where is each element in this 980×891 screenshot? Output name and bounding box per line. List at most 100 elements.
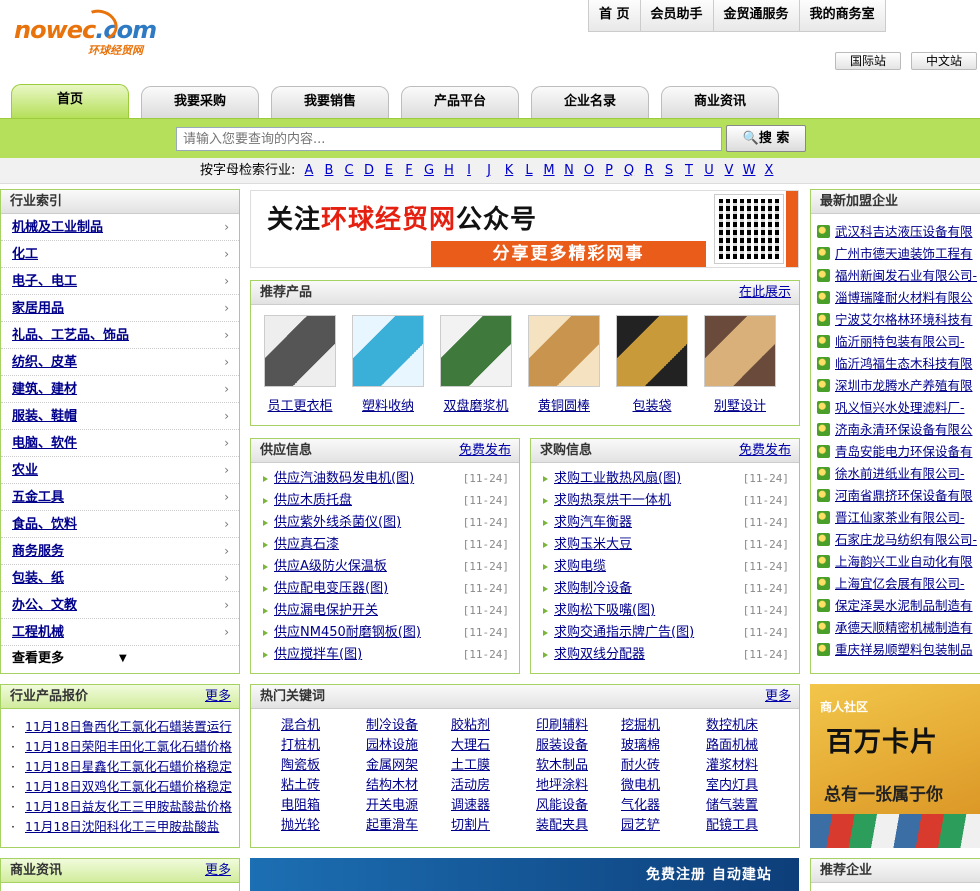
industry-link[interactable]: 农业	[12, 463, 38, 478]
purchase-link[interactable]: 求购玉米大豆	[554, 537, 632, 552]
industry-item[interactable]: 五金工具 ›	[1, 484, 239, 511]
price-more-link[interactable]: 更多	[205, 685, 231, 708]
keyword-link[interactable]: 园林设施	[366, 737, 451, 755]
letter-link-g[interactable]: G	[422, 158, 436, 184]
keyword-link[interactable]: 调速器	[451, 797, 536, 815]
keyword-link[interactable]: 大理石	[451, 737, 536, 755]
supply-link[interactable]: 供应NM450耐磨钢板(图)	[274, 625, 421, 640]
industry-item[interactable]: 办公、文教 ›	[1, 592, 239, 619]
keyword-link[interactable]: 风能设备	[536, 797, 621, 815]
keyword-link[interactable]: 切割片	[451, 817, 536, 835]
letter-link-c[interactable]: C	[342, 158, 356, 184]
industry-link[interactable]: 化工	[12, 247, 38, 262]
keyword-link[interactable]: 活动房	[451, 777, 536, 795]
supply-link[interactable]: 供应配电变压器(图)	[274, 581, 388, 596]
company-link[interactable]: 河南省鼎挤环保设备有限	[835, 488, 973, 503]
product-link[interactable]: 别墅设计	[704, 395, 776, 414]
tab-news[interactable]: 商业资讯	[661, 86, 779, 118]
price-link[interactable]: 11月18日益友化工三甲胺盐酸盐价格	[25, 799, 232, 814]
company-link[interactable]: 巩义恒兴水处理滤料厂-	[835, 400, 965, 415]
supply-publish-link[interactable]: 免费发布	[459, 439, 511, 462]
product-link[interactable]: 塑料收纳	[352, 395, 424, 414]
purchase-link[interactable]: 求购制冷设备	[554, 581, 632, 596]
industry-item[interactable]: 建筑、建材 ›	[1, 376, 239, 403]
letter-link-h[interactable]: H	[442, 158, 456, 184]
company-link[interactable]: 重庆祥易顺塑料包装制品	[835, 642, 973, 657]
industry-link[interactable]: 商务服务	[12, 544, 64, 559]
company-link[interactable]: 福州新闽发石业有限公司-	[835, 268, 977, 283]
keyword-link[interactable]: 储气装置	[706, 797, 791, 815]
letter-link-r[interactable]: R	[642, 158, 656, 184]
industry-link[interactable]: 机械及工业制品	[12, 220, 103, 235]
keyword-link[interactable]: 电阻箱	[281, 797, 366, 815]
keyword-link[interactable]: 气化器	[621, 797, 706, 815]
company-link[interactable]: 深圳市龙腾水产养殖有限	[835, 378, 973, 393]
industry-item[interactable]: 家居用品 ›	[1, 295, 239, 322]
industry-item[interactable]: 礼品、工艺品、饰品 ›	[1, 322, 239, 349]
product-link[interactable]: 双盘磨浆机	[440, 395, 512, 414]
letter-link-o[interactable]: O	[582, 158, 596, 184]
purchase-link[interactable]: 求购工业散热风扇(图)	[554, 471, 681, 486]
letter-link-p[interactable]: P	[602, 158, 616, 184]
supply-link[interactable]: 供应漏电保护开关	[274, 603, 378, 618]
keywords-more-link[interactable]: 更多	[765, 685, 791, 708]
letter-link-u[interactable]: U	[702, 158, 716, 184]
product-image[interactable]	[264, 315, 336, 387]
product-image[interactable]	[440, 315, 512, 387]
industry-link[interactable]: 服装、鞋帽	[12, 409, 77, 424]
company-link[interactable]: 临沂丽特包装有限公司-	[835, 334, 965, 349]
company-link[interactable]: 武汉科吉达液压设备有限	[835, 224, 973, 239]
supply-link[interactable]: 供应汽油数码发电机(图)	[274, 471, 414, 486]
industry-item[interactable]: 服装、鞋帽 ›	[1, 403, 239, 430]
industry-item[interactable]: 农业 ›	[1, 457, 239, 484]
letter-link-a[interactable]: A	[302, 158, 316, 184]
keyword-link[interactable]: 室内灯具	[706, 777, 791, 795]
industry-link[interactable]: 礼品、工艺品、饰品	[12, 328, 129, 343]
industry-link[interactable]: 办公、文教	[12, 598, 77, 613]
search-button[interactable]: 🔍搜 索	[726, 125, 806, 152]
keyword-link[interactable]: 路面机械	[706, 737, 791, 755]
keyword-link[interactable]: 结构木材	[366, 777, 451, 795]
letter-link-i[interactable]: I	[462, 158, 476, 184]
keyword-link[interactable]: 灌浆材料	[706, 757, 791, 775]
letter-link-b[interactable]: B	[322, 158, 336, 184]
news-more-link[interactable]: 更多	[205, 859, 231, 882]
supply-link[interactable]: 供应真石漆	[274, 537, 339, 552]
industry-more-link[interactable]: 查看更多 ▼	[1, 646, 239, 672]
purchase-link[interactable]: 求购热泵烘干一体机	[554, 493, 671, 508]
company-link[interactable]: 徐水前进纸业有限公司-	[835, 466, 965, 481]
letter-link-t[interactable]: T	[682, 158, 696, 184]
keyword-link[interactable]: 混合机	[281, 717, 366, 735]
industry-link[interactable]: 家居用品	[12, 301, 64, 316]
supply-link[interactable]: 供应木质托盘	[274, 493, 352, 508]
search-input[interactable]	[176, 127, 722, 151]
industry-link[interactable]: 纺织、皮革	[12, 355, 77, 370]
company-link[interactable]: 石家庄龙马纺织有限公司-	[835, 532, 977, 547]
price-link[interactable]: 11月18日鲁西化工氯化石蜡装置运行	[25, 719, 232, 734]
keyword-link[interactable]: 印刷辅料	[536, 717, 621, 735]
letter-link-m[interactable]: M	[542, 158, 556, 184]
keyword-link[interactable]: 陶瓷板	[281, 757, 366, 775]
keyword-link[interactable]: 胶粘剂	[451, 717, 536, 735]
keyword-link[interactable]: 土工膜	[451, 757, 536, 775]
letter-link-s[interactable]: S	[662, 158, 676, 184]
letter-link-e[interactable]: E	[382, 158, 396, 184]
site-logo[interactable]: nowec.com 环球经贸网	[12, 4, 157, 60]
industry-link[interactable]: 电子、电工	[12, 274, 77, 289]
product-image[interactable]	[528, 315, 600, 387]
wechat-banner[interactable]: 关注环球经贸网公众号 分享更多精彩网事	[250, 190, 799, 268]
industry-link[interactable]: 工程机械	[12, 625, 64, 640]
industry-item[interactable]: 化工 ›	[1, 241, 239, 268]
industry-link[interactable]: 五金工具	[12, 490, 64, 505]
product-link[interactable]: 包装袋	[616, 395, 688, 414]
recommended-more-link[interactable]: 在此展示	[739, 281, 791, 304]
keyword-link[interactable]: 开关电源	[366, 797, 451, 815]
topnav-jinmaotong[interactable]: 金贸通服务	[712, 0, 799, 31]
keyword-link[interactable]: 金属网架	[366, 757, 451, 775]
company-link[interactable]: 广州市德天迪装饰工程有	[835, 246, 973, 261]
product-image[interactable]	[352, 315, 424, 387]
keyword-link[interactable]: 制冷设备	[366, 717, 451, 735]
company-link[interactable]: 晋江仙家茶业有限公司-	[835, 510, 965, 525]
product-item[interactable]: 别墅设计	[704, 315, 776, 414]
product-link[interactable]: 员工更衣柜	[264, 395, 336, 414]
